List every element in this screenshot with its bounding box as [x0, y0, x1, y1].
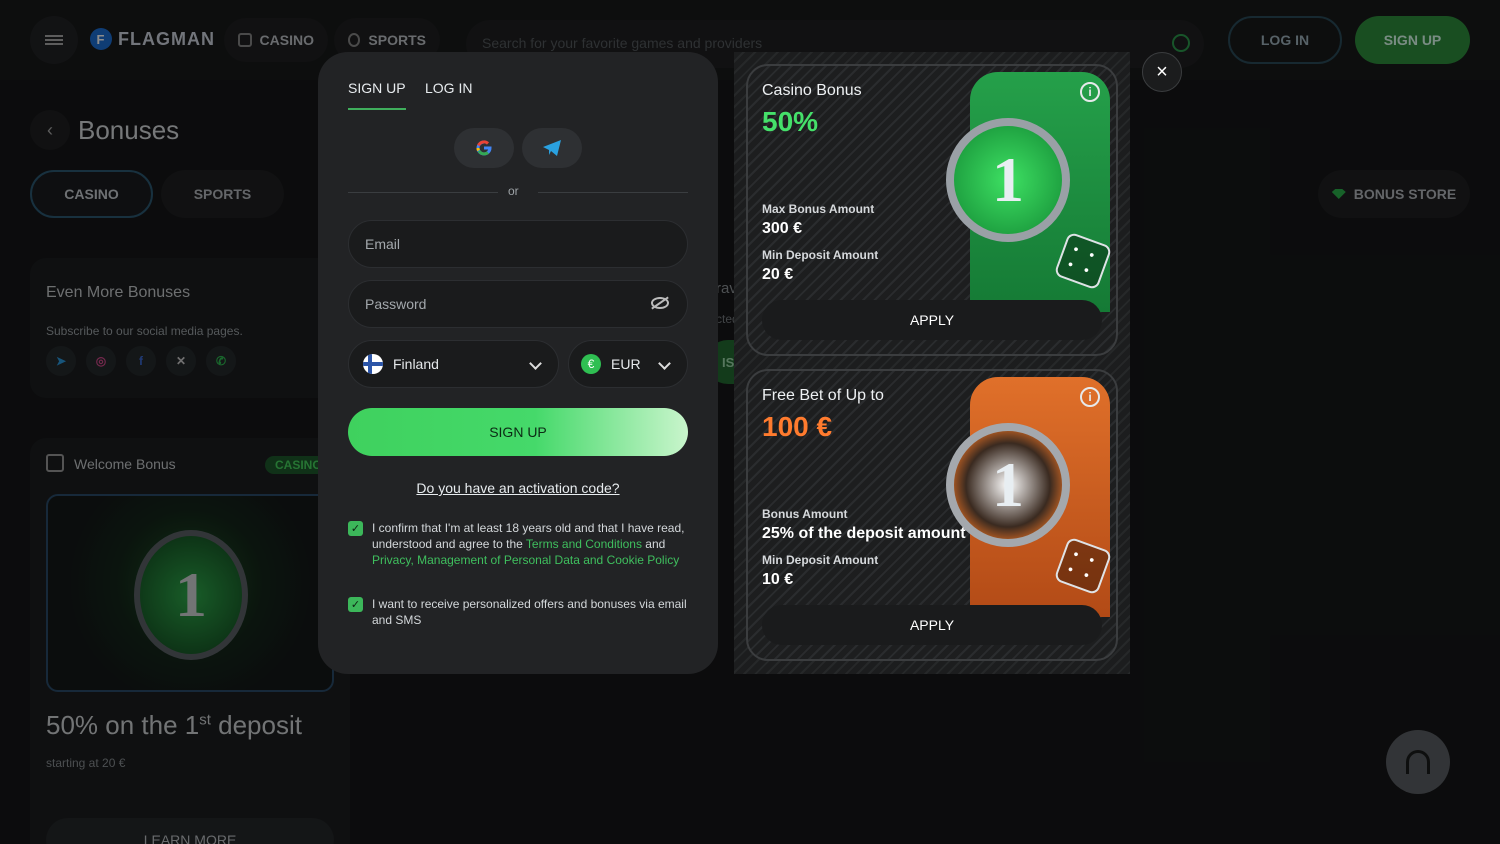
- bonus-label-1: Max Bonus Amount: [762, 202, 875, 216]
- terms-link[interactable]: Terms and Conditions: [526, 537, 642, 551]
- chevron-down-icon: [658, 357, 671, 370]
- close-button[interactable]: ×: [1142, 52, 1182, 92]
- bonus-title: Free Bet of Up to: [762, 387, 884, 404]
- casino-bonus-card: 1 i Casino Bonus 50% Max Bonus Amount 30…: [746, 64, 1118, 356]
- country-value: Finland: [393, 356, 439, 372]
- info-icon[interactable]: i: [1080, 82, 1100, 102]
- or-text: or: [508, 184, 519, 198]
- bonus-label-2: Min Deposit Amount: [762, 553, 879, 567]
- age-terms-text: I confirm that I'm at least 18 years old…: [372, 520, 692, 568]
- chevron-down-icon: [529, 357, 542, 370]
- privacy-link[interactable]: Privacy, Management of Personal Data and…: [372, 553, 679, 567]
- bonus-value-1: 300 €: [762, 220, 803, 237]
- apply-button[interactable]: APPLY: [762, 605, 1102, 645]
- free-bet-card: 1 i Free Bet of Up to 100 € Bonus Amount…: [746, 369, 1118, 661]
- password-field[interactable]: Password: [348, 280, 688, 328]
- email-field[interactable]: Email: [348, 220, 688, 268]
- info-icon[interactable]: i: [1080, 387, 1100, 407]
- telegram-icon: [543, 140, 561, 156]
- google-icon: [476, 140, 492, 156]
- apply-button[interactable]: APPLY: [762, 300, 1102, 340]
- bonus-label-2: Min Deposit Amount: [762, 248, 879, 262]
- bonus-label-1: Bonus Amount: [762, 507, 848, 521]
- activation-code-link[interactable]: Do you have an activation code?: [318, 480, 718, 496]
- bonus-value: 50%: [762, 106, 819, 137]
- age-terms-checkbox[interactable]: ✓: [348, 521, 363, 536]
- divider-left: [348, 192, 498, 193]
- euro-icon: €: [581, 354, 601, 374]
- tab-signup[interactable]: SIGN UP: [348, 80, 406, 110]
- currency-value: EUR: [611, 356, 641, 372]
- bonus-value-2: 20 €: [762, 266, 794, 283]
- bonus-offers-panel: 1 i Casino Bonus 50% Max Bonus Amount 30…: [734, 52, 1130, 674]
- password-placeholder: Password: [365, 296, 427, 312]
- tab-login[interactable]: LOG IN: [425, 80, 472, 96]
- signup-modal: SIGN UP LOG IN or Email Password Finland…: [318, 52, 718, 674]
- eye-off-icon[interactable]: [651, 297, 669, 309]
- google-button[interactable]: [454, 128, 514, 168]
- currency-select[interactable]: € EUR: [568, 340, 688, 388]
- coin-icon: 1: [946, 118, 1070, 242]
- bonus-value-2: 10 €: [762, 571, 794, 588]
- consent1-and: and: [641, 537, 666, 551]
- country-select[interactable]: Finland: [348, 340, 559, 388]
- bonus-title: Casino Bonus: [762, 82, 862, 99]
- finland-flag-icon: [363, 354, 383, 374]
- bonus-value: 100 €: [762, 411, 833, 442]
- telegram-login-button[interactable]: [522, 128, 582, 168]
- email-placeholder: Email: [365, 236, 401, 252]
- marketing-checkbox[interactable]: ✓: [348, 597, 363, 612]
- bonus-value-1: 25% of the deposit amount: [762, 525, 966, 542]
- signup-submit-button[interactable]: SIGN UP: [348, 408, 688, 456]
- divider-right: [538, 192, 688, 193]
- close-icon: ×: [1156, 60, 1168, 83]
- marketing-text: I want to receive personalized offers an…: [372, 597, 687, 627]
